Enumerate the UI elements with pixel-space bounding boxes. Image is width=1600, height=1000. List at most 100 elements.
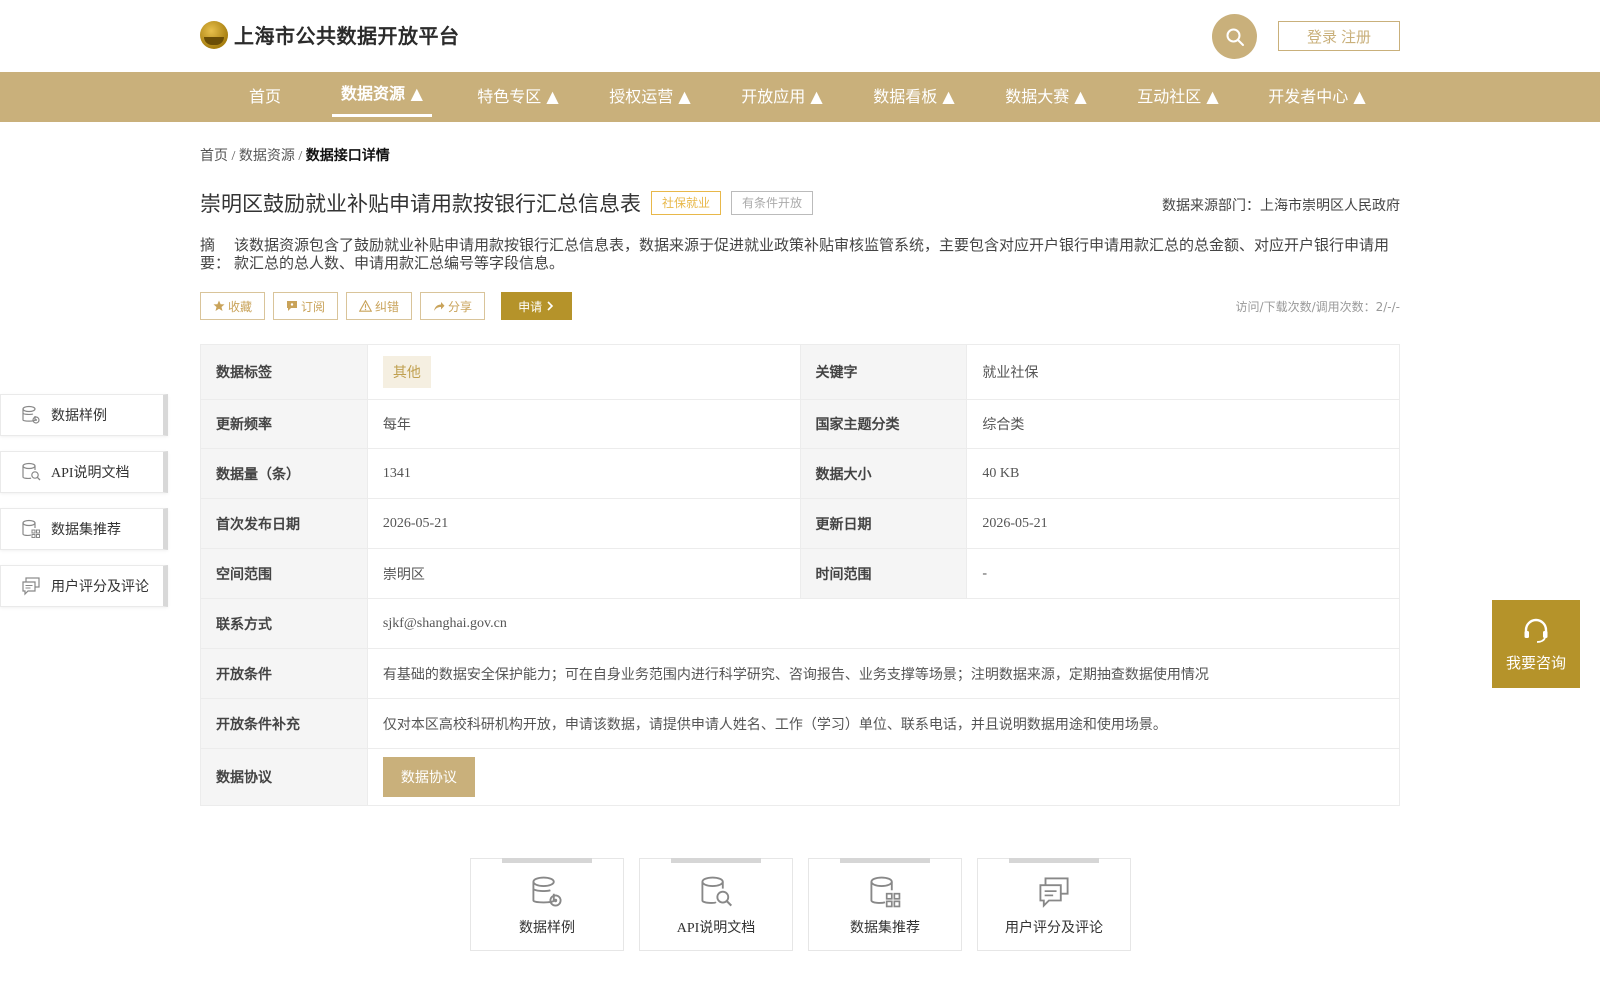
nav-item-open-apps[interactable]: 开放应用 ▲ bbox=[732, 72, 832, 122]
table-row: 开放条件补充 仅对本区高校科研机构开放，申请该数据，请提供申请人姓名、工作（学习… bbox=[200, 698, 1401, 749]
info-key: 联系方式 bbox=[200, 598, 368, 649]
subscribe-button[interactable]: 订阅 bbox=[273, 292, 339, 320]
info-value: 综合类 bbox=[966, 399, 1400, 449]
info-key: 开放条件补充 bbox=[200, 698, 368, 749]
consult-button[interactable]: 我要咨询 bbox=[1492, 600, 1580, 688]
info-value: - bbox=[966, 548, 1400, 599]
card-dataset-recommend[interactable]: 数据集推荐 bbox=[808, 858, 962, 951]
dataset-info-table: 数据标签 其他 关键字 就业社保 更新频率 每年 国家主题分类 综合类 数据量（… bbox=[200, 344, 1401, 806]
breadcrumb-separator: / bbox=[298, 149, 303, 164]
database-search-icon bbox=[22, 462, 41, 481]
info-value: 2026-05-21 bbox=[366, 498, 801, 549]
table-row: 首次发布日期 2026-05-21 更新日期 2026-05-21 bbox=[200, 498, 1400, 549]
table-row: 数据标签 其他 关键字 就业社保 bbox=[200, 344, 1400, 400]
visit-download-stats: 访问/下载次数/调用次数：2/-/- bbox=[1235, 300, 1400, 314]
nav-item-data-contest[interactable]: 数据大赛 ▲ bbox=[996, 72, 1096, 122]
card-label: 数据集推荐 bbox=[850, 921, 920, 936]
side-menu-label: 数据样例 bbox=[51, 409, 107, 424]
open-type-tag: 有条件开放 bbox=[731, 191, 814, 215]
data-source-department: 数据来源部门：上海市崇明区人民政府 bbox=[1162, 198, 1400, 214]
nav-item-home[interactable]: 首页 bbox=[233, 72, 297, 122]
breadcrumb-current: 数据接口详情 bbox=[305, 149, 390, 164]
breadcrumb-separator: / bbox=[231, 149, 236, 164]
info-value: 1341 bbox=[366, 448, 801, 499]
open-condition: 有基础的数据安全保护能力；可在自身业务范围内进行科学研究、咨询报告、业务支撑等场… bbox=[366, 648, 1401, 699]
comment-icon bbox=[1039, 877, 1069, 908]
page-title: 崇明区鼓励就业补贴申请用款按银行汇总信息表 bbox=[200, 192, 641, 216]
info-key: 数据标签 bbox=[200, 344, 368, 400]
search-icon bbox=[1226, 28, 1244, 46]
category-tag: 社保就业 bbox=[651, 191, 722, 215]
card-api-doc[interactable]: API说明文档 bbox=[639, 858, 793, 951]
nav-item-authorized-operation[interactable]: 授权运营 ▲ bbox=[600, 72, 700, 122]
login-link[interactable]: 登录 bbox=[1307, 26, 1337, 47]
breadcrumb-home[interactable]: 首页 bbox=[200, 149, 228, 164]
info-key: 更新频率 bbox=[200, 399, 368, 449]
card-label: 数据样例 bbox=[519, 921, 575, 936]
logo[interactable]: 上海市公共数据开放平台 bbox=[200, 20, 460, 49]
table-row: 空间范围 崇明区 时间范围 - bbox=[200, 548, 1400, 599]
side-menu-rating-comments[interactable]: 用户评分及评论 bbox=[0, 565, 168, 607]
info-value: 其他 bbox=[366, 344, 801, 400]
star-icon bbox=[213, 300, 225, 311]
title-row: 崇明区鼓励就业补贴申请用款按银行汇总信息表 社保就业 有条件开放 bbox=[200, 188, 814, 218]
database-grid-icon bbox=[22, 519, 40, 538]
report-error-button[interactable]: 纠错 bbox=[346, 292, 413, 320]
info-key: 数据协议 bbox=[200, 748, 368, 806]
table-row: 开放条件 有基础的数据安全保护能力；可在自身业务范围内进行科学研究、咨询报告、业… bbox=[200, 648, 1401, 699]
card-rating-comments[interactable]: 用户评分及评论 bbox=[977, 858, 1131, 951]
info-key: 更新日期 bbox=[799, 498, 968, 549]
info-key: 数据量（条） bbox=[200, 448, 368, 499]
logo-emblem-icon bbox=[200, 20, 228, 49]
info-value: 就业社保 bbox=[966, 344, 1400, 400]
info-value: 崇明区 bbox=[366, 548, 801, 599]
table-row: 数据协议 数据协议 bbox=[200, 748, 1401, 806]
headset-icon bbox=[1524, 618, 1548, 643]
table-row: 联系方式 sjkf@shanghai.gov.cn bbox=[200, 598, 1401, 649]
database-grid-icon bbox=[870, 876, 901, 908]
action-bar: 收藏 订阅 纠错 分享 申请 bbox=[200, 292, 573, 320]
favorite-button[interactable]: 收藏 bbox=[200, 292, 266, 320]
abstract-label: 摘要： bbox=[200, 236, 231, 272]
contact-email: sjkf@shanghai.gov.cn bbox=[366, 598, 1401, 649]
info-key: 首次发布日期 bbox=[200, 498, 368, 549]
data-tag-chip[interactable]: 其他 bbox=[382, 356, 431, 388]
consult-label: 我要咨询 bbox=[1505, 653, 1566, 672]
chevron-right-icon bbox=[547, 301, 554, 311]
data-protocol-button[interactable]: 数据协议 bbox=[382, 757, 475, 797]
nav-item-data-resources[interactable]: 数据资源 ▲ bbox=[332, 72, 432, 122]
nav-item-featured-zones[interactable]: 特色专区 ▲ bbox=[468, 72, 568, 122]
share-button[interactable]: 分享 bbox=[420, 292, 486, 320]
search-button[interactable] bbox=[1212, 14, 1257, 59]
info-key: 关键字 bbox=[799, 344, 968, 400]
comment-icon bbox=[22, 577, 40, 596]
info-key: 数据大小 bbox=[799, 448, 968, 499]
favorite-label: 收藏 bbox=[228, 299, 253, 314]
logo-text: 上海市公共数据开放平台 bbox=[234, 24, 460, 48]
nav-item-data-dashboard[interactable]: 数据看板 ▲ bbox=[864, 72, 964, 122]
register-link[interactable]: 注册 bbox=[1341, 26, 1371, 47]
side-menu-data-sample[interactable]: 数据样例 bbox=[0, 394, 168, 436]
database-gear-icon bbox=[22, 405, 40, 424]
info-value: 数据协议 bbox=[366, 748, 1401, 806]
info-key: 开放条件 bbox=[200, 648, 368, 699]
nav-item-community[interactable]: 互动社区 ▲ bbox=[1128, 72, 1228, 122]
side-menu-dataset-recommend[interactable]: 数据集推荐 bbox=[0, 508, 168, 550]
nav-item-developer-center[interactable]: 开发者中心 ▲ bbox=[1262, 72, 1372, 122]
report-error-label: 纠错 bbox=[375, 299, 400, 314]
abstract-text: 该数据资源包含了鼓励就业补贴申请用款按银行汇总信息表，数据来源于促进就业政策补贴… bbox=[234, 236, 1390, 272]
header: 上海市公共数据开放平台 登录 注册 bbox=[0, 0, 1600, 72]
share-label: 分享 bbox=[448, 299, 473, 314]
main-nav: 首页 数据资源 ▲ 特色专区 ▲ 授权运营 ▲ 开放应用 ▲ 数据看板 ▲ 数据… bbox=[0, 72, 1600, 122]
table-row: 更新频率 每年 国家主题分类 综合类 bbox=[200, 399, 1400, 449]
database-gear-icon bbox=[532, 876, 562, 907]
warning-icon bbox=[359, 300, 373, 312]
subscribe-label: 订阅 bbox=[301, 299, 326, 314]
card-label: API说明文档 bbox=[676, 921, 756, 936]
breadcrumb-data-resources[interactable]: 数据资源 bbox=[239, 149, 295, 164]
apply-button[interactable]: 申请 bbox=[501, 292, 573, 320]
info-value: 40 KB bbox=[966, 448, 1400, 499]
flag-icon bbox=[287, 301, 298, 311]
side-menu-api-doc[interactable]: API说明文档 bbox=[0, 451, 168, 493]
card-data-sample[interactable]: 数据样例 bbox=[470, 858, 624, 951]
